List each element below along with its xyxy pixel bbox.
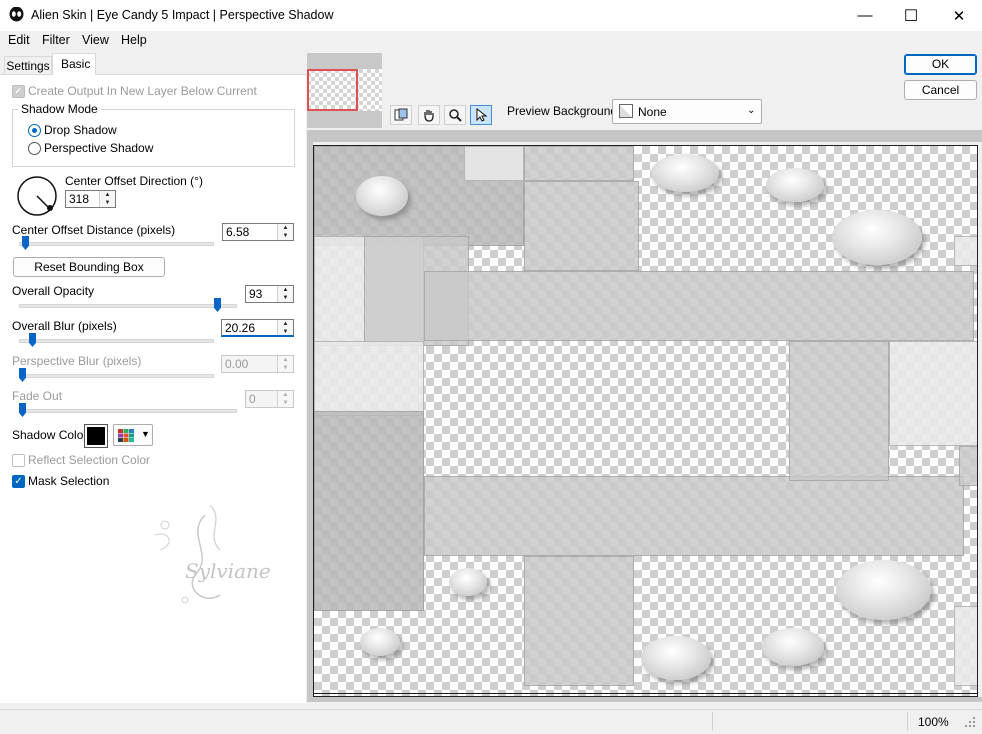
perspective-shadow-radio[interactable] <box>28 142 41 155</box>
preview-bottom-gutter <box>307 697 982 702</box>
center-offset-direction-input[interactable]: 318 ▲ ▼ <box>65 190 116 208</box>
window-title: Alien Skin | Eye Candy 5 Impact | Perspe… <box>31 8 334 22</box>
perspective-blur-label: Perspective Blur (pixels) <box>12 354 142 368</box>
menu-edit[interactable]: Edit <box>8 33 30 47</box>
center-offset-direction-label: Center Offset Direction (°) <box>65 174 203 188</box>
mask-selection-checkbox[interactable]: ✓ <box>12 475 25 488</box>
menu-filter[interactable]: Filter <box>42 33 70 47</box>
alien-logo-icon <box>9 6 24 23</box>
reset-bounding-box-button[interactable]: Reset Bounding Box <box>13 257 165 277</box>
minimize-button[interactable]: — <box>842 0 888 31</box>
color-grid-icon <box>118 429 134 442</box>
preview-ruler <box>307 130 982 142</box>
basic-settings-panel: ✓ Create Output In New Layer Below Curre… <box>0 74 306 703</box>
resize-grip-icon[interactable] <box>962 714 976 728</box>
pointer-icon[interactable] <box>470 105 492 125</box>
preview-toggle-icon[interactable] <box>390 105 412 125</box>
title-bar: Alien Skin | Eye Candy 5 Impact | Perspe… <box>0 0 982 31</box>
overall-opacity-slider[interactable] <box>214 298 221 312</box>
preview-background-value: None <box>638 105 667 119</box>
perspective-blur-input: 0.00 ▲ ▼ <box>221 355 294 373</box>
navigator-thumbnail[interactable] <box>307 53 382 128</box>
overall-blur-track <box>19 339 214 343</box>
shadow-color-swatch[interactable] <box>84 424 108 448</box>
drop-shadow-radio[interactable] <box>28 124 41 137</box>
fade-out-input: 0 ▲ ▼ <box>245 390 294 408</box>
center-offset-distance-track <box>19 242 214 246</box>
preview-background-select[interactable]: None ⌄ <box>612 99 762 124</box>
shadow-mode-label: Shadow Mode <box>18 102 101 116</box>
tab-settings[interactable]: Settings <box>4 56 52 74</box>
create-output-checkbox: ✓ <box>12 85 25 98</box>
overall-opacity-input[interactable]: 93 ▲ ▼ <box>245 285 294 303</box>
preview-canvas[interactable] <box>313 145 978 697</box>
overall-blur-input[interactable]: 20.26 ▲ ▼ <box>221 319 294 337</box>
tab-basic[interactable]: Basic <box>52 53 96 75</box>
color-picker-dropdown[interactable]: ▼ <box>113 424 153 446</box>
menu-help[interactable]: Help <box>121 33 147 47</box>
zoom-icon[interactable] <box>444 105 466 125</box>
fade-out-slider <box>19 403 26 417</box>
perspective-blur-track <box>19 374 214 378</box>
navigator-viewport[interactable] <box>307 69 358 111</box>
center-offset-distance-label: Center Offset Distance (pixels) <box>12 223 176 237</box>
mask-selection-label[interactable]: Mask Selection <box>28 474 109 488</box>
chevron-down-icon: ⌄ <box>747 105 756 116</box>
hand-icon[interactable] <box>418 105 440 125</box>
maximize-button[interactable]: ☐ <box>888 0 934 31</box>
ok-button[interactable]: OK <box>904 54 977 75</box>
create-output-label: Create Output In New Layer Below Current <box>28 84 257 98</box>
menu-view[interactable]: View <box>82 33 109 47</box>
fade-out-label: Fade Out <box>12 389 63 403</box>
chevron-down-icon: ▼ <box>141 429 150 439</box>
center-offset-distance-input[interactable]: 6.58 ▲ ▼ <box>222 223 294 241</box>
perspective-blur-slider <box>19 368 26 382</box>
center-offset-distance-slider[interactable] <box>22 236 29 250</box>
preview-background-label: Preview Background: <box>507 104 621 118</box>
zoom-level: 100% <box>918 715 949 729</box>
shadow-mode-group <box>12 109 295 167</box>
close-button[interactable]: ✕ <box>936 0 982 31</box>
perspective-shadow-label[interactable]: Perspective Shadow <box>44 141 153 155</box>
reflect-selection-color-checkbox <box>12 454 25 467</box>
overall-opacity-label: Overall Opacity <box>12 284 95 298</box>
direction-dial[interactable] <box>16 175 58 217</box>
overall-blur-slider[interactable] <box>29 333 36 347</box>
cancel-button[interactable]: Cancel <box>904 80 977 100</box>
menu-bar: Edit Filter View Help <box>0 31 982 51</box>
status-bar: 100% <box>0 709 982 734</box>
overall-opacity-track <box>19 304 237 308</box>
overall-blur-label: Overall Blur (pixels) <box>12 319 117 333</box>
drop-shadow-label[interactable]: Drop Shadow <box>44 123 117 137</box>
sylviane-watermark: Sylviane <box>145 495 295 615</box>
shadow-color-label: Shadow Color <box>12 428 88 442</box>
fade-out-track <box>19 409 237 413</box>
reflect-selection-color-label: Reflect Selection Color <box>28 453 151 467</box>
background-swatch-icon <box>619 104 633 118</box>
